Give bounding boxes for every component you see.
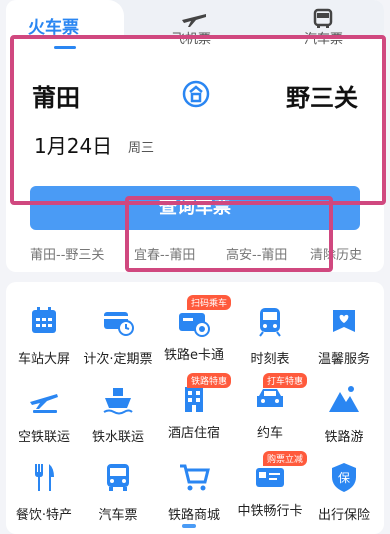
train-front-icon (259, 308, 281, 337)
svg-text:保: 保 (338, 471, 350, 485)
menu-label: 铁水联运 (91, 430, 144, 445)
service-menu: 车站大屏 计次·定期票 扫码乘车 铁路e卡通 时刻表 温馨服务 空铁联运 铁水联… (6, 282, 384, 534)
menu-item-timetable[interactable]: 时刻表 (232, 304, 308, 367)
menu-label: 空铁联运 (17, 430, 70, 445)
history-item[interactable]: 宜春--莆田 (134, 244, 195, 263)
calendar-icon (32, 307, 56, 333)
page-indicator (182, 524, 196, 528)
menu-item-ride-hailing[interactable]: 打车特惠 约车 (232, 373, 308, 441)
menu-item-warm-service[interactable]: 温馨服务 (306, 304, 382, 367)
menu-item-station-screen[interactable]: 车站大屏 (6, 304, 82, 367)
history-item[interactable]: 高安--莆田 (226, 244, 287, 263)
menu-badge: 铁路特惠 (187, 373, 232, 388)
menu-badge: 扫码乘车 (187, 295, 232, 310)
car-icon-wrap: 打车特惠 (253, 373, 308, 416)
departure-date[interactable]: 1月24日 (34, 130, 112, 159)
menu-item-food[interactable]: 餐饮·特产 (6, 460, 82, 523)
menu-item-rail-water[interactable]: 铁水联运 (80, 382, 156, 445)
ticket-tabs: 火车票 飞机票 汽车票 (6, 0, 384, 49)
menu-label: 酒店住宿 (167, 426, 220, 441)
ship-icon (103, 388, 133, 415)
menu-item-e-card[interactable]: 扫码乘车 铁路e卡通 (156, 295, 232, 363)
menu-item-periodic-ticket[interactable]: 计次·定期票 (80, 304, 156, 367)
fork-knife-icon (35, 464, 54, 491)
menu-item-bus-ticket[interactable]: 汽车票 (80, 460, 156, 523)
member-card-icon-wrap: 购票立减 (253, 451, 308, 494)
bus-icon (107, 464, 129, 491)
menu-item-travel-card[interactable]: 购票立减 中铁畅行卡 (232, 451, 308, 519)
menu-label: 约车 (256, 426, 283, 441)
menu-label: 出行保险 (317, 508, 370, 523)
menu-label: 温馨服务 (317, 352, 370, 367)
bus-tab-icon[interactable] (312, 8, 334, 30)
menu-label: 车站大屏 (17, 352, 70, 367)
menu-label: 时刻表 (250, 352, 290, 367)
menu-label: 铁路游 (324, 430, 364, 445)
menu-item-hotel[interactable]: 铁路特惠 酒店住宿 (156, 373, 232, 441)
menu-badge: 打车特惠 (263, 373, 308, 388)
tab-train-label: 火车票 (28, 18, 79, 38)
tab-train[interactable]: 火车票 (6, 0, 124, 42)
plane-train-icon (30, 394, 58, 413)
tab-underline (54, 46, 76, 49)
menu-item-insurance[interactable]: 保 出行保险 (306, 460, 382, 523)
menu-item-rail-mall[interactable]: 铁路商城 (156, 460, 232, 523)
menu-label: 中铁畅行卡 (237, 504, 303, 519)
ticket-search-card: 火车票 飞机票 汽车票 莆田 野三关 1月24日 周三 查询车票 莆田--野三关… (6, 0, 384, 272)
menu-label: 餐饮·特产 (15, 508, 73, 523)
search-tickets-button[interactable]: 查询车票 (30, 186, 360, 230)
plane-icon[interactable] (180, 8, 208, 28)
menu-label: 汽车票 (98, 508, 138, 523)
from-station[interactable]: 莆田 (32, 78, 80, 113)
cart-icon (180, 464, 210, 491)
swap-stations-icon[interactable] (180, 78, 212, 110)
tab-flight[interactable]: 飞机票 (172, 28, 211, 47)
menu-item-rail-tour[interactable]: 铁路游 (306, 382, 382, 445)
tab-bus[interactable]: 汽车票 (304, 28, 343, 47)
departure-weekday: 周三 (128, 141, 155, 156)
history-item[interactable]: 莆田--野三关 (30, 244, 104, 263)
to-station[interactable]: 野三关 (286, 78, 358, 113)
menu-item-air-rail[interactable]: 空铁联运 (6, 382, 82, 445)
menu-label: 计次·定期票 (83, 352, 153, 367)
card-clock-icon (104, 312, 134, 336)
e-card-icon-wrap: 扫码乘车 (177, 295, 232, 338)
mountain-icon (329, 386, 359, 412)
clear-history-button[interactable]: 清除历史 (310, 244, 362, 263)
menu-badge: 购票立减 (263, 451, 308, 466)
heart-service-icon (333, 310, 355, 332)
shield-insurance-icon: 保 (332, 463, 356, 492)
menu-label: 铁路e卡通 (164, 348, 224, 363)
menu-label: 铁路商城 (167, 508, 220, 523)
hotel-icon-wrap: 铁路特惠 (177, 373, 232, 416)
